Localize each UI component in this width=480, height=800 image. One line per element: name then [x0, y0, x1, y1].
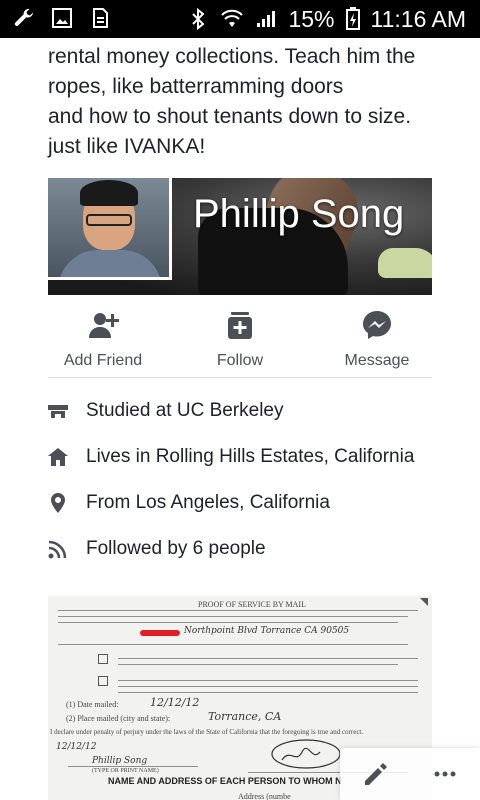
clock: 11:16 AM: [370, 5, 466, 32]
education-icon: [48, 405, 68, 418]
home-icon: [48, 448, 68, 466]
doc-date-label: (1) Date mailed:: [66, 700, 119, 709]
doc-line: [118, 658, 418, 659]
doc-line: [118, 686, 418, 687]
doc-line: [58, 616, 408, 617]
location-pin-icon: [51, 493, 65, 513]
doc-line: [58, 610, 418, 611]
profile-info: Studied at UC Berkeley Lives in Rolling …: [48, 388, 448, 572]
info-row-hometown[interactable]: From Los Angeles, California: [48, 480, 448, 526]
info-text: From Los Angeles, California: [86, 492, 330, 513]
doc-place-label: (2) Place mailed (city and state):: [66, 714, 171, 723]
handwritten-signer: Phillip Song: [92, 756, 148, 766]
rss-icon: [48, 540, 67, 559]
more-options-icon[interactable]: [432, 761, 458, 787]
wrench-icon: [14, 8, 33, 26]
message-button[interactable]: Message: [322, 300, 432, 376]
status-bar: 15% 11:16 AM: [0, 0, 480, 38]
profile-actions: Add Friend Follow Message: [48, 300, 432, 376]
post-line: and how to shout tenants down to size.: [48, 105, 412, 128]
messenger-icon: [363, 311, 391, 339]
doc-line: [68, 766, 198, 767]
cover-shoe: [378, 248, 432, 278]
doc-line: [58, 644, 408, 645]
add-friend-label: Add Friend: [63, 352, 143, 369]
info-row-followers[interactable]: Followed by 6 people: [48, 526, 448, 572]
sim-icon: [93, 8, 108, 28]
doc-header: PROOF OF SERVICE BY MAIL: [198, 600, 306, 609]
avatar[interactable]: [48, 178, 172, 280]
info-row-residence[interactable]: Lives in Rolling Hills Estates, Californ…: [48, 434, 448, 480]
divider: [48, 377, 432, 378]
doc-line: [58, 622, 398, 623]
post-line: ropes, like batterramming doors: [48, 75, 344, 98]
post-line: just like IVANKA!: [48, 135, 206, 158]
follow-label: Follow: [216, 352, 264, 369]
avatar-hair: [80, 180, 138, 206]
doc-checkbox: [98, 654, 108, 664]
message-label: Message: [344, 352, 410, 369]
battery-percent: 15%: [288, 5, 335, 32]
image-icon: [52, 8, 72, 28]
post-text: rental money collections. Teach him the …: [48, 42, 468, 162]
follow-button[interactable]: Follow: [185, 300, 295, 376]
signal-icon: [257, 11, 276, 27]
doc-line: [118, 664, 398, 665]
doc-line: [118, 680, 418, 681]
doc-line: [118, 692, 418, 693]
doc-address-label: Address (numbe: [238, 792, 291, 800]
bluetooth-icon: [192, 7, 205, 31]
redacted-text: [140, 630, 180, 636]
wifi-icon: [221, 9, 244, 27]
handwritten-date-2: 12/12/12: [56, 742, 97, 752]
follow-icon: [228, 312, 252, 339]
doc-type-label: (TYPE OR PRINT NAME): [92, 768, 159, 774]
add-friend-button[interactable]: Add Friend: [48, 300, 158, 376]
handwritten-address: Northpoint Blvd Torrance CA 90505: [184, 626, 350, 636]
battery-icon: [345, 7, 360, 30]
avatar-glasses: [86, 214, 132, 226]
info-text: Studied at UC Berkeley: [86, 400, 284, 421]
signature: [271, 739, 341, 769]
add-friend-icon: [89, 313, 119, 338]
profile-name[interactable]: Phillip Song: [193, 192, 404, 237]
doc-perjury: I declare under penalty of perjury under…: [50, 728, 364, 736]
handwritten-place: Torrance, CA: [208, 710, 282, 723]
edit-pencil-icon[interactable]: [362, 761, 388, 787]
handwritten-date: 12/12/12: [150, 696, 200, 709]
info-row-education[interactable]: Studied at UC Berkeley: [48, 388, 448, 434]
doc-checkbox: [98, 676, 108, 686]
info-text: Lives in Rolling Hills Estates, Californ…: [86, 446, 415, 467]
floating-action-bar: [340, 748, 480, 800]
doc-footer-heading: NAME AND ADDRESS OF EACH PERSON TO WHOM …: [108, 776, 342, 786]
corner-marker: [420, 598, 428, 606]
info-text: Followed by 6 people: [86, 538, 266, 559]
post-line: rental money collections. Teach him the: [48, 45, 416, 68]
